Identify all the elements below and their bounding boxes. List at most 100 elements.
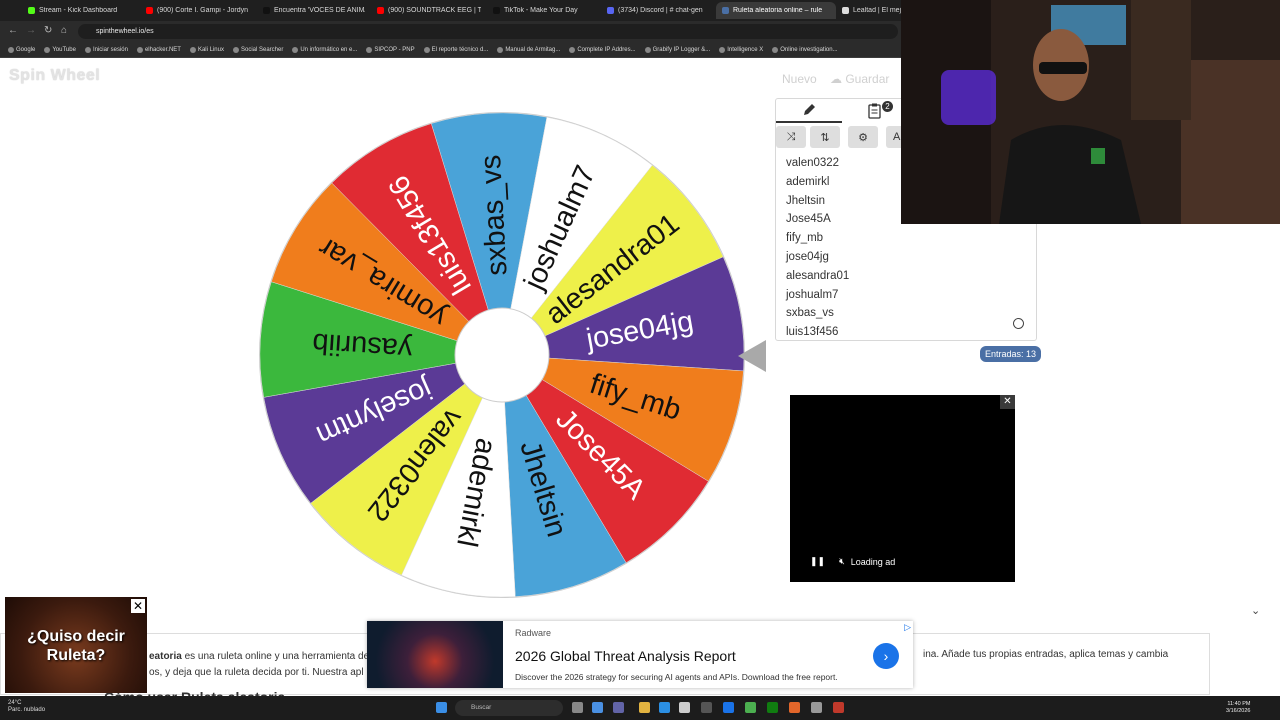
bookmark-favicon-icon: [719, 46, 726, 53]
app-icon-3[interactable]: [833, 702, 844, 713]
weather-widget[interactable]: 24°C Parc. nublado: [8, 700, 45, 714]
vscode-icon[interactable]: [723, 702, 734, 713]
file-explorer-icon[interactable]: [639, 702, 650, 713]
tab-edit[interactable]: [776, 99, 842, 123]
wheel-segment-label: yasuriib: [311, 327, 413, 366]
entry-item[interactable]: jose04jg: [786, 248, 849, 267]
bookmark-item[interactable]: Google: [8, 46, 35, 53]
gear-icon: ⚙: [858, 131, 868, 144]
taskbar-clock[interactable]: 11:40 PM 3/16/2026: [1226, 701, 1250, 715]
close-icon[interactable]: ✕: [1000, 395, 1015, 409]
tab-label: Encuentra 'VOCES DE ANIMA: [274, 7, 365, 14]
entry-item[interactable]: Jose45A: [786, 210, 849, 229]
tab-results[interactable]: 2: [842, 99, 908, 123]
bookmark-label: Intelligence X: [727, 46, 764, 53]
forward-icon[interactable]: →: [26, 25, 36, 36]
close-icon[interactable]: ✕: [131, 599, 145, 613]
settings-button[interactable]: ⚙: [848, 126, 878, 148]
firefox-icon[interactable]: [789, 702, 800, 713]
ad-choices-icon[interactable]: ▷: [904, 622, 911, 633]
tab-label: (900) Corte I. Gampi - Jordyn: [157, 7, 249, 14]
bookmark-label: Un informático en e...: [300, 46, 358, 53]
tab-label: (900) SOUNDTRACK EEG | TR: [388, 7, 481, 14]
video-ad: ✕ ❚❚ 🔇︎ Loading ad: [790, 395, 1015, 582]
suggestion-ad-text: ¿Quiso decir Ruleta?: [27, 628, 125, 664]
shuffle-icon: ⤨: [786, 130, 796, 143]
task-view-icon[interactable]: [572, 702, 583, 713]
bookmark-item[interactable]: elhacker.NET: [136, 46, 181, 53]
bookmark-item[interactable]: Online investigation...: [772, 46, 838, 53]
entries-list[interactable]: valen0322 ademirkl Jheltsin Jose45A fify_mb j…: [786, 154, 849, 340]
shuffle-button[interactable]: ⤨: [776, 126, 806, 148]
bookmark-item[interactable]: Un informático en e...: [292, 46, 358, 53]
browser-tab[interactable]: Stream - Kick Dashboard: [22, 2, 140, 19]
pencil-icon: [804, 104, 815, 115]
bookmark-item[interactable]: Intelligence X: [719, 46, 764, 53]
pause-icon[interactable]: ❚❚: [810, 556, 825, 567]
app-logo[interactable]: Spin Wheel: [9, 67, 100, 85]
sort-icon: ⇅: [820, 131, 830, 144]
mute-icon[interactable]: 🔇︎: [839, 556, 845, 567]
bookmark-item[interactable]: Kali Linux: [189, 46, 224, 53]
browser-tab[interactable]: (900) SOUNDTRACK EEG | TR: [371, 2, 487, 19]
bookmark-label: El reporte técnico d...: [431, 46, 489, 53]
browser-tab[interactable]: (900) Corte I. Gampi - Jordyn: [140, 2, 257, 19]
entry-item[interactable]: sxbas_vs: [786, 304, 849, 323]
browser-tab[interactable]: TikTok - Make Your Day: [487, 2, 601, 19]
bookmark-favicon-icon: [292, 46, 299, 53]
entry-item[interactable]: joshualm7: [786, 286, 849, 305]
webcam-person-image: [901, 0, 1280, 224]
entry-item[interactable]: valen0322: [786, 154, 849, 173]
browser-tab[interactable]: Ruleta aleatoria online – rule: [716, 2, 836, 19]
sort-button[interactable]: ⇅: [810, 126, 840, 148]
article-text-left: eatoria es una ruleta online y una herra…: [149, 649, 369, 681]
entry-item[interactable]: ademirkl: [786, 173, 849, 192]
xbox-icon[interactable]: [767, 702, 778, 713]
ad-arrow-button[interactable]: ›: [873, 643, 899, 669]
emoji-icon[interactable]: [1013, 318, 1024, 329]
url-input[interactable]: spinthewheel.io/es: [78, 24, 898, 39]
ad-title[interactable]: 2026 Global Threat Analysis Report: [515, 648, 736, 664]
entry-item[interactable]: Jheltsin: [786, 192, 849, 211]
back-icon[interactable]: ←: [8, 25, 18, 36]
tab-label: Ruleta aleatoria online – rule: [733, 7, 823, 14]
teams-icon[interactable]: [613, 702, 624, 713]
app-icon[interactable]: [701, 702, 712, 713]
bookmark-favicon-icon: [189, 46, 196, 53]
home-icon[interactable]: ⌂: [61, 25, 67, 36]
suggestion-ad[interactable]: ¿Quiso decir Ruleta? ✕: [5, 597, 147, 693]
edge-icon[interactable]: [659, 702, 670, 713]
bookmark-item[interactable]: Grabify IP Logger &...: [644, 46, 710, 53]
bookmark-item[interactable]: Complete IP Addres...: [569, 46, 636, 53]
entry-item[interactable]: alesandra01: [786, 267, 849, 286]
banner-ad[interactable]: Radware 2026 Global Threat Analysis Repo…: [367, 621, 913, 688]
bookmark-favicon-icon: [569, 46, 576, 53]
chrome-icon[interactable]: [745, 702, 756, 713]
bookmark-item[interactable]: YouTube: [44, 46, 76, 53]
entry-item[interactable]: luis13f456: [786, 323, 849, 340]
bookmark-label: Kali Linux: [197, 46, 224, 53]
browser-tab[interactable]: (3734) Discord | # chat-gen: [601, 2, 716, 19]
reload-icon[interactable]: ↻: [44, 25, 52, 36]
bookmark-item[interactable]: Iniciar sesión: [84, 46, 128, 53]
entry-item[interactable]: fify_mb: [786, 229, 849, 248]
save-button[interactable]: ☁ Guardar: [830, 72, 889, 86]
bookmark-item[interactable]: Social Searcher: [232, 46, 283, 53]
ad-image: [367, 621, 503, 688]
store-icon[interactable]: [679, 702, 690, 713]
bookmark-favicon-icon: [772, 46, 779, 53]
bookmark-item[interactable]: El reporte técnico d...: [423, 46, 489, 53]
wheel-graphic[interactable]: sxbas_vs joshualm7alesandra01jose04jgfify…: [254, 107, 750, 603]
copilot-icon[interactable]: [592, 702, 603, 713]
bookmark-label: Online investigation...: [780, 46, 838, 53]
browser-tab[interactable]: Encuentra 'VOCES DE ANIMA: [257, 2, 371, 19]
windows-start-icon[interactable]: [436, 702, 447, 713]
new-button[interactable]: Nuevo: [782, 72, 817, 86]
bookmark-item[interactable]: SIPCOP - PNP: [366, 46, 415, 53]
spin-wheel[interactable]: sxbas_vs joshualm7 alesandra01 jose04jg fify…: [254, 107, 750, 603]
chevron-down-icon[interactable]: ⌄: [1251, 604, 1260, 617]
app-icon-2[interactable]: [811, 702, 822, 713]
bookmark-item[interactable]: Manual de Armitag...: [497, 46, 560, 53]
wheel-center-button[interactable]: [454, 307, 550, 403]
taskbar-search[interactable]: Buscar: [455, 700, 563, 716]
